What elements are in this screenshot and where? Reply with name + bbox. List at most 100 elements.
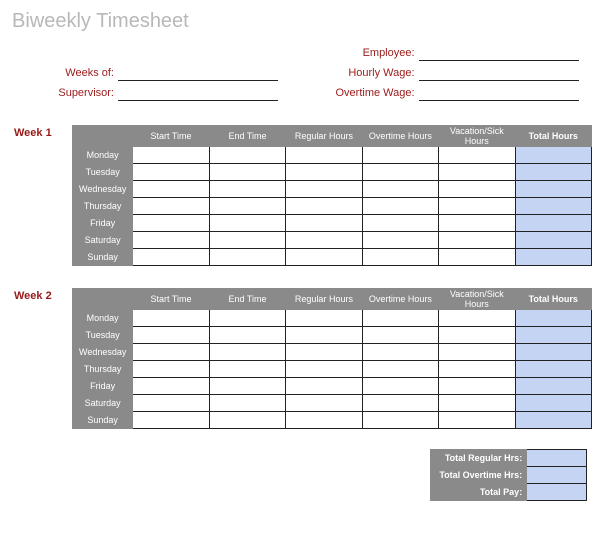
cell[interactable] [133,310,209,327]
cell[interactable] [362,232,438,249]
cell-total [515,412,591,429]
cell[interactable] [362,344,438,361]
cell[interactable] [439,147,515,164]
cell[interactable] [286,344,362,361]
cell[interactable] [362,181,438,198]
cell[interactable] [286,249,362,266]
cell[interactable] [286,412,362,429]
cell[interactable] [362,327,438,344]
cell[interactable] [133,147,209,164]
cell-total [515,249,591,266]
cell[interactable] [209,232,285,249]
table-corner [73,126,133,147]
day-label: Sunday [73,249,133,266]
cell[interactable] [286,198,362,215]
cell[interactable] [209,395,285,412]
table-corner [73,289,133,310]
hourly-wage-field[interactable] [419,67,579,81]
cell[interactable] [209,327,285,344]
col-regular: Regular Hours [286,126,362,147]
cell[interactable] [439,164,515,181]
cell[interactable] [439,310,515,327]
cell[interactable] [362,412,438,429]
cell[interactable] [362,310,438,327]
cell[interactable] [362,164,438,181]
cell[interactable] [209,361,285,378]
page-title: Biweekly Timesheet [10,6,587,41]
cell[interactable] [286,310,362,327]
cell[interactable] [439,232,515,249]
cell[interactable] [209,412,285,429]
cell[interactable] [439,378,515,395]
cell[interactable] [286,395,362,412]
cell[interactable] [439,412,515,429]
week-1-section: Week 1 Start Time End Time Regular Hours… [10,125,587,266]
cell[interactable] [439,181,515,198]
cell-total [515,198,591,215]
cell[interactable] [362,147,438,164]
cell[interactable] [286,215,362,232]
cell[interactable] [133,361,209,378]
cell[interactable] [209,147,285,164]
employee-field[interactable] [419,47,579,61]
cell[interactable] [362,378,438,395]
col-total: Total Hours [515,289,591,310]
cell[interactable] [133,215,209,232]
cell[interactable] [362,361,438,378]
total-pay-value [527,484,587,501]
cell[interactable] [209,215,285,232]
cell[interactable] [286,164,362,181]
cell[interactable] [133,198,209,215]
overtime-wage-field[interactable] [419,87,579,101]
cell[interactable] [286,361,362,378]
cell[interactable] [362,215,438,232]
cell[interactable] [209,198,285,215]
cell[interactable] [209,164,285,181]
cell[interactable] [439,249,515,266]
cell[interactable] [286,232,362,249]
cell[interactable] [133,395,209,412]
day-label: Saturday [73,395,133,412]
cell[interactable] [133,164,209,181]
cell[interactable] [133,378,209,395]
col-end: End Time [209,126,285,147]
table-row: Friday [73,378,592,395]
week-2-label: Week 2 [14,290,52,302]
table-row: Thursday [73,361,592,378]
cell[interactable] [209,310,285,327]
cell[interactable] [286,147,362,164]
cell[interactable] [362,198,438,215]
cell[interactable] [133,412,209,429]
table-row: Thursday [73,198,592,215]
cell[interactable] [133,344,209,361]
cell[interactable] [209,344,285,361]
cell[interactable] [133,327,209,344]
cell[interactable] [439,395,515,412]
day-label: Wednesday [73,344,133,361]
cell[interactable] [209,249,285,266]
cell[interactable] [209,378,285,395]
day-label: Thursday [73,361,133,378]
cell[interactable] [286,378,362,395]
table-row: Sunday [73,249,592,266]
cell[interactable] [133,232,209,249]
supervisor-field[interactable] [118,87,278,101]
cell[interactable] [439,361,515,378]
cell[interactable] [439,215,515,232]
cell[interactable] [133,181,209,198]
day-label: Monday [73,310,133,327]
cell[interactable] [439,198,515,215]
cell[interactable] [439,344,515,361]
cell[interactable] [286,181,362,198]
col-end: End Time [209,289,285,310]
cell[interactable] [362,395,438,412]
hourly-wage-label: Hourly Wage: [289,67,419,81]
weeks-of-field[interactable] [118,67,278,81]
cell[interactable] [286,327,362,344]
cell[interactable] [133,249,209,266]
cell[interactable] [209,181,285,198]
cell[interactable] [439,327,515,344]
cell-total [515,164,591,181]
cell[interactable] [362,249,438,266]
cell-total [515,395,591,412]
